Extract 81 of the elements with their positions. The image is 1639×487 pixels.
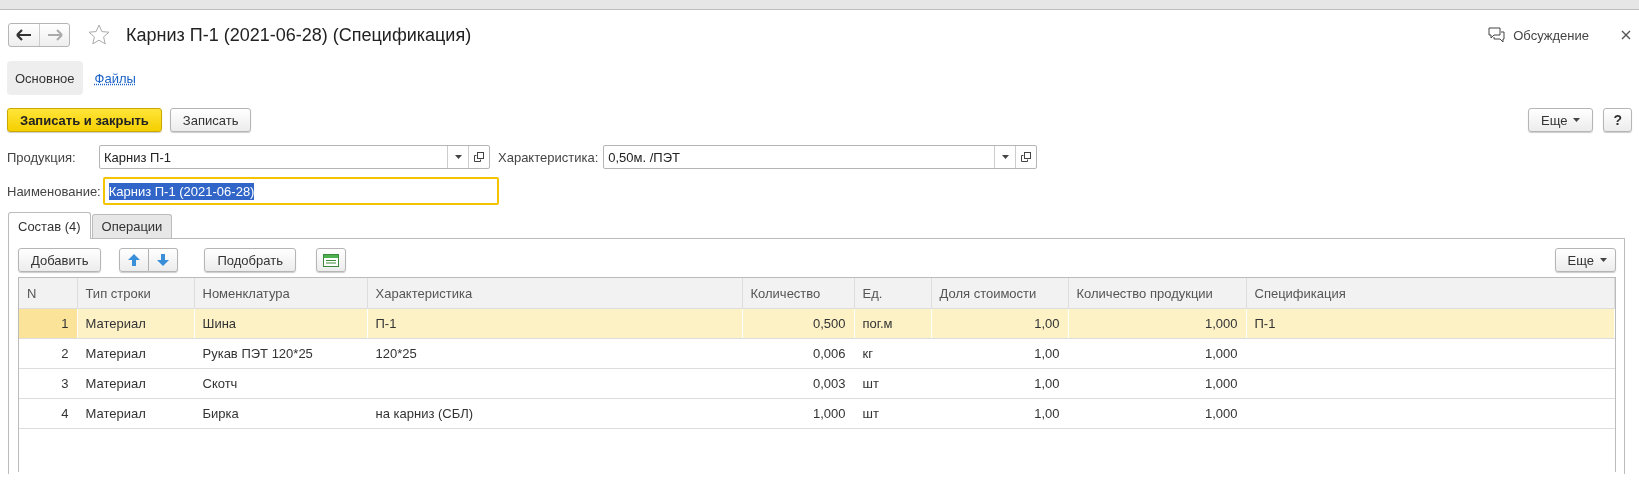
table-cell: на карниз (СБЛ) — [367, 398, 742, 429]
star-icon[interactable] — [88, 24, 110, 46]
table-row[interactable]: 3 Материал Скотч 0,003 шт 1,00 1,000 — [19, 368, 1615, 399]
column-header[interactable]: N — [19, 278, 77, 309]
table-cell: 1,00 — [931, 338, 1068, 369]
more-button[interactable]: Еще — [1528, 108, 1594, 132]
section-tab[interactable]: Основное — [7, 61, 83, 95]
move-down-button[interactable] — [149, 248, 179, 272]
table-cell: 1,000 — [1068, 368, 1246, 399]
table-cell: Материал — [77, 308, 194, 339]
name-field[interactable]: Карниз П-1 (2021-06-28) — [102, 177, 499, 205]
column-header[interactable]: Тип строки — [77, 278, 194, 309]
table-cell: 3 — [19, 368, 77, 399]
up-arrow-icon — [128, 254, 141, 266]
back-arrow-icon — [16, 29, 32, 41]
table-cell: 4 — [19, 398, 77, 429]
field-label: Характеристика: — [498, 149, 599, 165]
column-header[interactable]: Номенклатура — [194, 278, 367, 309]
table-settings-button[interactable] — [315, 248, 346, 272]
column-header[interactable]: Характеристика — [367, 278, 742, 309]
table-cell: Бирка — [194, 398, 367, 429]
table-cell: Материал — [77, 398, 194, 429]
pick-button[interactable]: Подобрать — [204, 248, 296, 272]
characteristic-field[interactable]: 0,50м. /ПЭТ — [603, 145, 1038, 169]
open-window-icon[interactable] — [474, 152, 484, 162]
save-button[interactable]: Записать — [169, 108, 252, 132]
table-cell: Шина — [194, 308, 367, 339]
help-button[interactable]: ? — [1603, 108, 1632, 132]
table-cell: 1,000 — [1068, 338, 1246, 369]
table-cell: П-1 — [1246, 308, 1615, 339]
close-icon[interactable] — [1621, 30, 1631, 40]
table-cell: 1,000 — [742, 398, 854, 429]
table-cell: 0,003 — [742, 368, 854, 399]
field-label: Наименование: — [7, 183, 101, 199]
table-cell: П-1 — [367, 308, 742, 339]
tab[interactable]: Состав (4) — [8, 212, 91, 239]
caret-icon — [1573, 118, 1581, 122]
table-cell: Рукав ПЭТ 120*25 — [194, 338, 367, 369]
table-cell: Скотч — [194, 368, 367, 399]
caret-icon — [1600, 258, 1607, 262]
column-header[interactable]: Доля стоимости — [931, 278, 1068, 309]
table-grid-icon — [322, 253, 339, 267]
open-window-icon[interactable] — [1021, 152, 1032, 162]
save-and-close-button[interactable]: Записать и закрыть — [7, 108, 162, 132]
table-cell: 1,000 — [1068, 398, 1246, 429]
forward-arrow-icon — [46, 29, 63, 41]
table-row[interactable]: 2 Материал Рукав ПЭТ 120*25 120*25 0,006 кг 1,00 1,000 — [19, 338, 1615, 369]
move-up-button[interactable] — [119, 248, 150, 272]
product-field[interactable]: Карниз П-1 — [99, 145, 490, 169]
table-cell: Материал — [77, 338, 194, 369]
table-cell: кг — [854, 338, 931, 369]
add-button[interactable]: Добавить — [18, 248, 102, 272]
table-cell: 1,00 — [931, 368, 1068, 399]
discussion-link[interactable]: Обсуждение — [1513, 27, 1589, 43]
chat-bubbles-icon[interactable] — [1488, 27, 1506, 43]
more-button[interactable]: Еще — [1554, 248, 1616, 272]
table-cell: шт — [854, 368, 931, 399]
table-cell: 1 — [19, 308, 77, 339]
table-cell: Материал — [77, 368, 194, 399]
column-header[interactable]: Спецификация — [1246, 278, 1615, 309]
section-link[interactable]: Файлы — [86, 61, 144, 95]
table-cell: 1,000 — [1068, 308, 1246, 339]
column-header[interactable]: Количество продукции — [1068, 278, 1246, 309]
field-label: Продукция: — [7, 149, 77, 165]
table-cell: 0,006 — [742, 338, 854, 369]
table-row[interactable]: 4 Материал Бирка на карниз (СБЛ) 1,000 шт 1,00 1,000 — [19, 398, 1615, 429]
tab[interactable]: Операции — [91, 214, 173, 238]
down-arrow-icon — [157, 254, 170, 266]
window-title: Карниз П-1 (2021-06-28) (Спецификация) — [126, 24, 472, 46]
table-row[interactable]: 1 Материал Шина П-1 0,500 пог.м 1,00 1,000 П-1 — [19, 308, 1615, 339]
column-header[interactable]: Ед. — [854, 278, 931, 309]
table-cell: 120*25 — [367, 338, 742, 369]
table-cell: пог.м — [854, 308, 931, 339]
column-header[interactable]: Количество — [742, 278, 854, 309]
table-cell: 1,00 — [931, 308, 1068, 339]
dropdown-caret-icon[interactable] — [1001, 155, 1009, 159]
table-cell: 0,500 — [742, 308, 854, 339]
table-cell: 1,00 — [931, 398, 1068, 429]
table-cell: шт — [854, 398, 931, 429]
table-cell: 2 — [19, 338, 77, 369]
dropdown-caret-icon[interactable] — [454, 155, 462, 159]
